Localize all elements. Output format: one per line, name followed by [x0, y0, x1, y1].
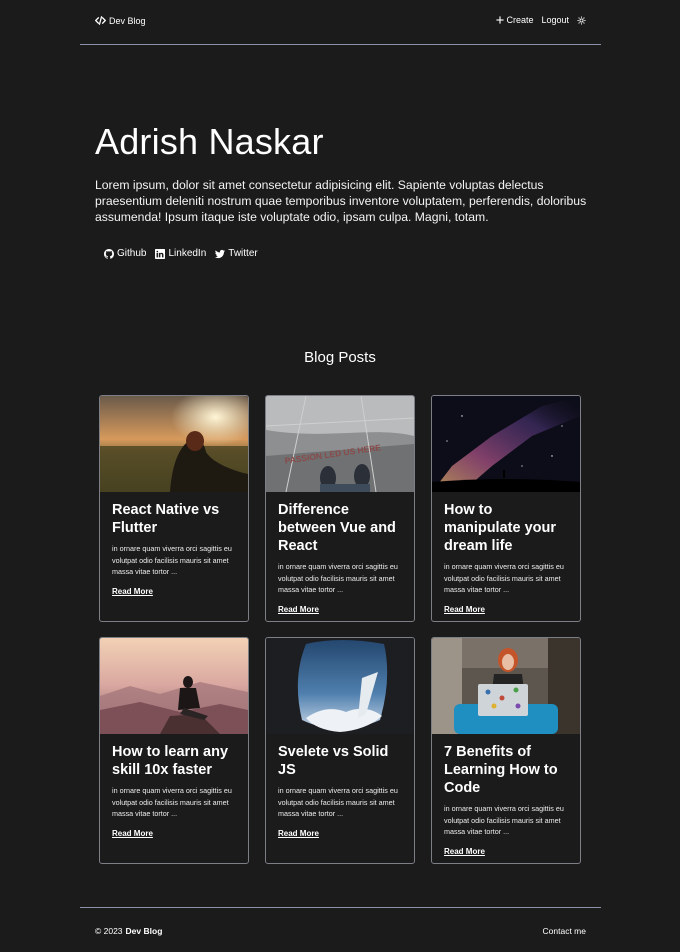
post-excerpt: in ornare quam viverra orci sagittis eu … [278, 786, 398, 818]
sun-icon [577, 15, 586, 25]
author-name: Adrish Naskar [95, 121, 324, 162]
post-title: 7 Benefits of Learning How to Code [444, 744, 558, 796]
contact-link[interactable]: Contact me [543, 926, 586, 936]
github-label: Github [117, 248, 147, 259]
post-card[interactable]: PASSION LED US HERE Difference between V… [265, 395, 415, 622]
post-card[interactable]: 7 Benefits of Learning How to Code in or… [431, 637, 581, 864]
github-icon [104, 248, 114, 259]
code-icon [95, 16, 106, 25]
blog-posts-heading: Blog Posts [304, 349, 376, 366]
post-excerpt: in ornare quam viverra orci sagittis eu … [444, 804, 564, 836]
post-thumbnail-image [100, 638, 248, 734]
read-more-link[interactable]: Read More [112, 587, 153, 596]
post-title: How to manipulate your dream life [444, 502, 556, 554]
post-card[interactable]: Svelete vs Solid JS in ornare quam viver… [265, 637, 415, 864]
logout-button[interactable]: Logout [541, 15, 569, 25]
navbar: Dev Blog Create Logout [80, 0, 601, 45]
post-card[interactable]: How to manipulate your dream life in orn… [431, 395, 581, 622]
linkedin-icon [155, 248, 166, 259]
author-bio: Lorem ipsum, dolor sit amet consectetur … [95, 178, 587, 224]
twitter-icon [215, 249, 226, 258]
post-thumbnail-image [432, 396, 580, 492]
post-excerpt: in ornare quam viverra orci sagittis eu … [112, 544, 232, 576]
brand-label: Dev Blog [109, 15, 146, 26]
read-more-link[interactable]: Read More [444, 847, 485, 856]
create-button[interactable]: Create [496, 15, 533, 25]
post-card[interactable]: How to learn any skill 10x faster in orn… [99, 637, 249, 864]
create-label: Create [506, 15, 534, 25]
social-links: Github LinkedIn Twitter [104, 248, 258, 259]
read-more-link[interactable]: Read More [112, 829, 153, 838]
post-card[interactable]: React Native vs Flutter in ornare quam v… [99, 395, 249, 622]
post-title: React Native vs Flutter [112, 502, 220, 536]
read-more-link[interactable]: Read More [278, 605, 319, 614]
footer: © 2023 Dev Blog Contact me [80, 907, 601, 952]
post-excerpt: in ornare quam viverra orci sagittis eu … [444, 562, 564, 594]
post-title: Difference between Vue and React [278, 502, 396, 554]
linkedin-label: LinkedIn [168, 248, 207, 259]
copyright: © 2023 Dev Blog [95, 926, 162, 936]
brand-link[interactable]: Dev Blog [95, 15, 146, 26]
linkedin-link[interactable]: LinkedIn [155, 248, 206, 259]
footer-brand: Dev Blog [125, 926, 163, 936]
post-title: Svelete vs Solid JS [278, 744, 389, 778]
post-excerpt: in ornare quam viverra orci sagittis eu … [112, 786, 232, 818]
post-thumbnail-image [266, 638, 414, 734]
twitter-label: Twitter [228, 248, 258, 259]
copyright-text: © 2023 [95, 926, 123, 936]
post-thumbnail-image: PASSION LED US HERE [266, 396, 414, 492]
hero-section: Adrish Naskar Lorem ipsum, dolor sit ame… [95, 120, 595, 225]
twitter-link[interactable]: Twitter [215, 248, 258, 259]
post-thumbnail-image [100, 396, 248, 492]
post-excerpt: in ornare quam viverra orci sagittis eu … [278, 562, 398, 594]
logout-label: Logout [541, 15, 569, 25]
plus-icon [496, 16, 505, 24]
post-title: How to learn any skill 10x faster [112, 744, 229, 778]
post-thumbnail-image [432, 638, 580, 734]
theme-toggle-button[interactable] [577, 15, 586, 25]
read-more-link[interactable]: Read More [278, 829, 319, 838]
read-more-link[interactable]: Read More [444, 605, 485, 614]
github-link[interactable]: Github [104, 248, 146, 259]
